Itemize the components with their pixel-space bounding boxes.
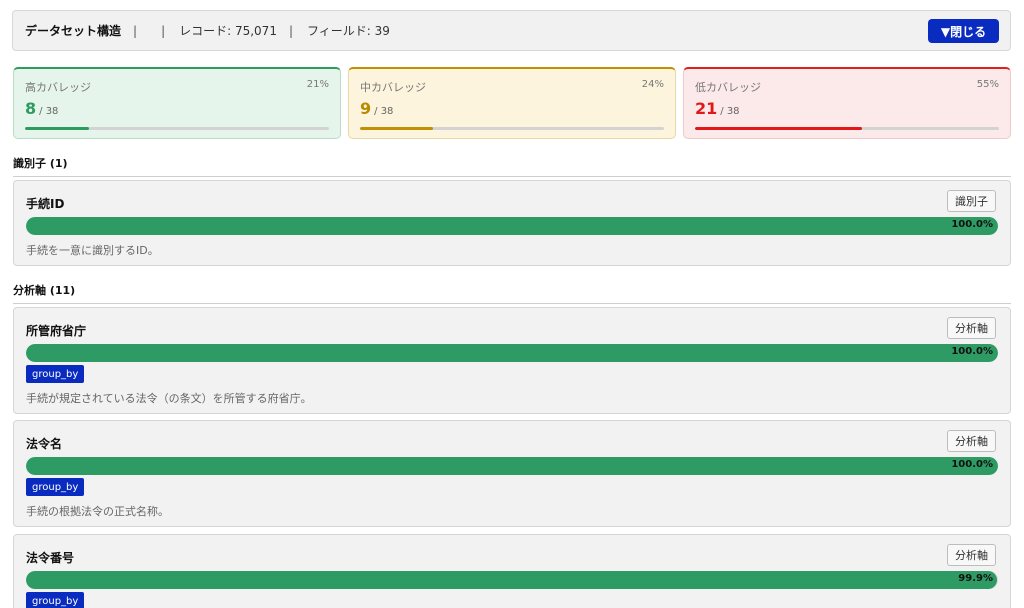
field-role-tag[interactable]: 分析軸: [947, 430, 996, 452]
low-coverage-percent: 55%: [976, 79, 999, 90]
mid-coverage-card: 中カバレッジ 24% 9/ 38: [348, 67, 676, 139]
group-by-badge: group_by: [26, 592, 85, 608]
field-card-procedure-id: 手続ID 識別子 100.0% 手続を一意に識別するID。: [13, 180, 1011, 266]
group-by-badge: group_by: [26, 478, 85, 496]
mid-coverage-label: 中カバレッジ: [360, 81, 426, 94]
close-button[interactable]: ▼閉じる: [928, 19, 999, 43]
header-separator: |: [161, 23, 166, 38]
field-name: 所管府省庁: [26, 324, 87, 338]
field-description: 手続の根拠法令の正式名称。: [26, 505, 169, 518]
high-coverage-percent: 21%: [306, 79, 329, 90]
high-coverage-label: 高カバレッジ: [25, 81, 91, 94]
identifier-section-heading: 識別子 (1): [13, 155, 1011, 177]
axis-section-heading: 分析軸 (11): [13, 282, 1011, 304]
header-separator: |: [288, 23, 294, 38]
field-coverage-percent: 99.9%: [958, 573, 993, 584]
field-card-ministry: 所管府省庁 分析軸 100.0% group_by 手続が規定されている法令（の…: [13, 307, 1011, 414]
mid-coverage-bar: [360, 127, 664, 130]
high-coverage-total: / 38: [39, 106, 59, 117]
field-coverage-percent: 100.0%: [951, 459, 993, 470]
field-description: 手続が規定されている法令（の条文）を所管する府省庁。: [26, 392, 312, 405]
low-coverage-card: 低カバレッジ 55% 21/ 38: [683, 67, 1011, 139]
low-coverage-total: / 38: [720, 106, 740, 117]
field-name: 手続ID: [26, 197, 65, 211]
field-role-tag[interactable]: 分析軸: [947, 317, 996, 339]
field-role-tag[interactable]: 分析軸: [947, 544, 996, 566]
low-coverage-bar: [695, 127, 999, 130]
field-count: フィールド: 39: [307, 24, 390, 38]
field-coverage-bar: 100.0%: [26, 344, 998, 362]
field-coverage-percent: 100.0%: [951, 346, 993, 357]
mid-coverage-total: / 38: [374, 106, 394, 117]
record-count: レコード: 75,071: [179, 24, 277, 38]
high-coverage-bar: [25, 127, 329, 130]
field-coverage-bar: 99.9%: [26, 571, 998, 589]
field-coverage-percent: 100.0%: [951, 219, 993, 230]
field-card-law-name: 法令名 分析軸 100.0% group_by 手続の根拠法令の正式名称。: [13, 420, 1011, 527]
field-coverage-bar: 100.0%: [26, 217, 998, 235]
high-coverage-card: 高カバレッジ 21% 8/ 38: [13, 67, 341, 139]
low-coverage-count: 21: [695, 99, 718, 118]
mid-coverage-count: 9: [360, 99, 372, 118]
header-separator: |: [133, 23, 138, 38]
field-coverage-bar: 100.0%: [26, 457, 998, 475]
mid-coverage-percent: 24%: [641, 79, 664, 90]
field-name: 法令名: [26, 437, 63, 451]
low-coverage-label: 低カバレッジ: [695, 81, 761, 94]
group-by-badge: group_by: [26, 365, 85, 383]
high-coverage-count: 8: [25, 99, 37, 118]
dataset-structure-header: データセット構造 | | レコード: 75,071 | フィールド: 39 ▼閉…: [12, 10, 1011, 51]
field-role-tag[interactable]: 識別子: [947, 190, 996, 212]
field-description: 手続を一意に識別するID。: [26, 244, 159, 257]
header-title: データセット構造: [25, 24, 122, 38]
field-name: 法令番号: [26, 551, 75, 565]
field-card-law-number: 法令番号 分析軸 99.9% group_by: [13, 534, 1011, 608]
